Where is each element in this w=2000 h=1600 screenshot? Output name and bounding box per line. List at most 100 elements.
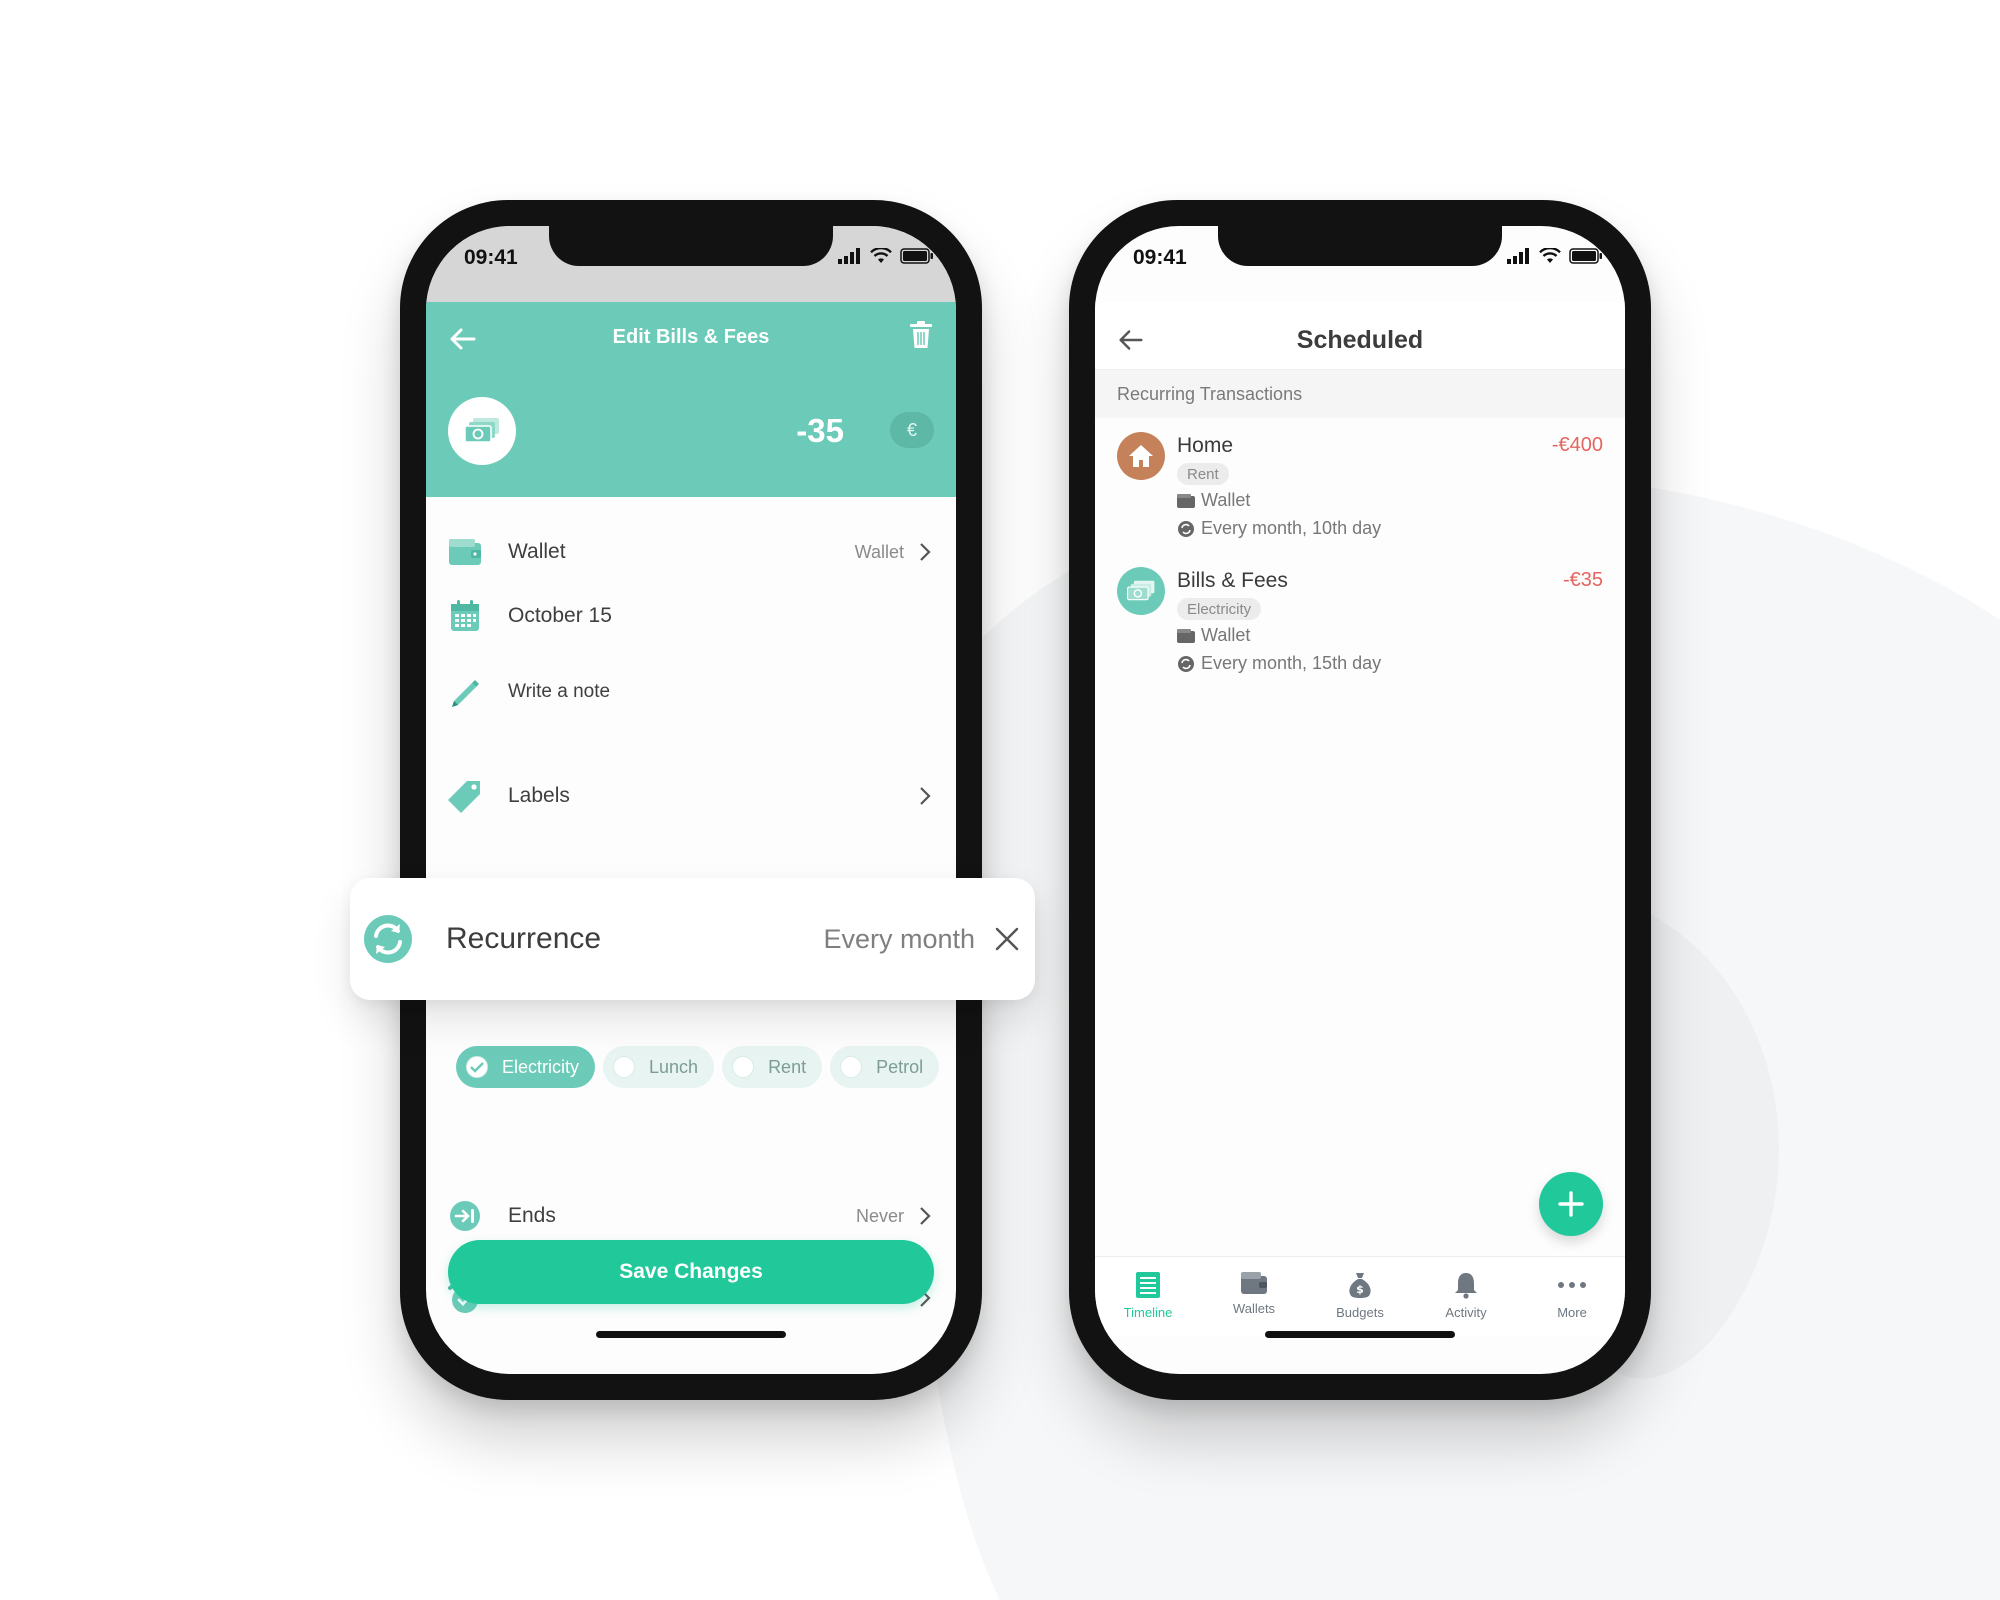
tab-budgets[interactable]: $ Budgets (1307, 1257, 1413, 1336)
home-indicator (596, 1331, 786, 1338)
wallet-row[interactable]: Wallet Wallet (426, 520, 956, 584)
label-chip[interactable]: Electricity (456, 1046, 596, 1088)
close-icon[interactable] (993, 925, 1021, 953)
note-row[interactable]: Write a note (426, 660, 956, 724)
transaction-amount: -€35 (1562, 569, 1603, 591)
tab-more[interactable]: More (1519, 1257, 1625, 1336)
schedule-text: Every month, 15th day (1201, 653, 1382, 673)
recurrence-label: Recurrence (446, 922, 602, 955)
tab-wallets[interactable]: Wallets (1201, 1257, 1307, 1336)
labels-label: Labels (508, 784, 570, 807)
ends-value: Never (855, 1205, 904, 1226)
transaction-wallet: Wallet (1177, 625, 1250, 646)
edit-header: Edit Bills & Fees -35 € (426, 302, 956, 497)
status-time: 09:41 (1133, 246, 1187, 269)
label-chips: Electricity Lunch Rent Petrol (456, 1046, 940, 1088)
battery-icon (1569, 248, 1602, 264)
labels-row[interactable]: Labels (426, 764, 956, 828)
amount-value[interactable]: -35 (796, 412, 844, 450)
date-label: October 15 (508, 604, 612, 627)
home-indicator (1265, 1331, 1455, 1338)
scheduled-header: Scheduled (1095, 302, 1625, 370)
transaction-schedule: Every month, 15th day (1177, 653, 1381, 674)
label-chip[interactable]: Lunch (603, 1046, 715, 1088)
label-chip-text: Lunch (649, 1056, 699, 1077)
timeline-icon (1136, 1272, 1160, 1298)
tab-label: Timeline (1123, 1305, 1173, 1320)
chevron-right-icon (920, 543, 931, 561)
chevron-right-icon (920, 787, 931, 805)
transaction-row[interactable]: Home -€400 Rent Wallet Every month, 10th… (1095, 426, 1625, 556)
repeat-icon (1178, 520, 1194, 537)
note-input[interactable]: Write a note (508, 681, 610, 703)
section-header: Recurring Transactions (1095, 370, 1625, 418)
transaction-schedule: Every month, 10th day (1177, 518, 1381, 539)
tab-label: Wallets (1232, 1301, 1276, 1316)
calendar-icon (451, 600, 479, 631)
wallet-icon (449, 539, 481, 565)
tab-timeline[interactable]: Timeline (1095, 1257, 1201, 1336)
recurrence-value: Every month (823, 923, 975, 954)
wifi-icon (1539, 248, 1561, 263)
background-swoosh (914, 472, 2000, 1600)
signal-icon (838, 248, 860, 264)
label-chip[interactable]: Petrol (830, 1046, 940, 1088)
end-arrow-icon (450, 1201, 480, 1231)
phone-edit-transaction: 09:41 Edit Bills & Fees -35 € Wallet Wal… (400, 200, 982, 1400)
repeat-icon (1178, 655, 1194, 672)
ends-row[interactable]: Ends Never (426, 1184, 956, 1248)
repeat-icon (364, 915, 412, 963)
money-bag-icon: $ (1349, 1273, 1371, 1298)
label-chip-text: Rent (768, 1056, 807, 1077)
transaction-name: Home (1177, 434, 1234, 457)
tab-activity[interactable]: Activity (1413, 1257, 1519, 1336)
status-time: 09:41 (464, 246, 518, 269)
banknotes-icon (1117, 567, 1165, 615)
signal-icon (1507, 248, 1529, 264)
bottom-tab-bar: Timeline Wallets $ Budgets Activity More (1095, 1256, 1625, 1336)
wallet-icon (1177, 628, 1195, 643)
wallet-name: Wallet (1201, 625, 1251, 645)
svg-text:$: $ (1356, 1283, 1364, 1296)
save-button[interactable]: Save Changes (448, 1240, 934, 1304)
phone-scheduled: 09:41 Scheduled Recurring Transactions H… (1069, 200, 1651, 1400)
tag-icon (448, 781, 480, 813)
add-button[interactable] (1539, 1172, 1603, 1236)
phone-notch (1218, 226, 1502, 266)
wifi-icon (870, 248, 892, 263)
category-icon-button[interactable] (448, 397, 516, 465)
transaction-tag: Electricity (1177, 598, 1262, 620)
schedule-text: Every month, 10th day (1201, 518, 1382, 538)
recurrence-row[interactable]: Recurrence Every month (350, 878, 1035, 1000)
label-chip-text: Electricity (502, 1056, 580, 1077)
wallet-icon (1241, 1272, 1267, 1294)
transaction-wallet: Wallet (1177, 490, 1250, 511)
transaction-amount: -€400 (1551, 434, 1603, 456)
label-chip[interactable]: Rent (722, 1046, 823, 1088)
wallet-label: Wallet (508, 540, 566, 563)
check-icon (470, 1062, 484, 1073)
wallet-value: Wallet (854, 541, 904, 562)
wallet-icon (1177, 493, 1195, 508)
transaction-name: Bills & Fees (1177, 569, 1288, 592)
scheduled-screen: 09:41 Scheduled Recurring Transactions H… (1095, 226, 1625, 1374)
transaction-tag: Rent (1177, 463, 1229, 485)
tab-label: Budgets (1336, 1305, 1384, 1320)
date-row[interactable]: October 15 (426, 584, 956, 648)
currency-selector[interactable]: € (890, 412, 934, 448)
plus-icon (1558, 1191, 1584, 1217)
phone-notch (549, 226, 833, 266)
trash-icon[interactable] (908, 320, 934, 350)
pencil-icon (452, 680, 479, 707)
tab-label: More (1557, 1305, 1587, 1320)
edit-screen: 09:41 Edit Bills & Fees -35 € Wallet Wal… (426, 226, 956, 1374)
transaction-row[interactable]: Bills & Fees -€35 Electricity Wallet Eve… (1095, 561, 1625, 691)
chevron-right-icon (920, 1207, 931, 1225)
tab-label: Activity (1445, 1305, 1487, 1320)
page-title: Scheduled (1296, 326, 1424, 354)
more-dots-icon (1558, 1282, 1586, 1288)
wallet-name: Wallet (1201, 490, 1251, 510)
bell-icon (1455, 1273, 1477, 1299)
page-title: Edit Bills & Fees (612, 326, 770, 348)
battery-icon (900, 248, 933, 264)
